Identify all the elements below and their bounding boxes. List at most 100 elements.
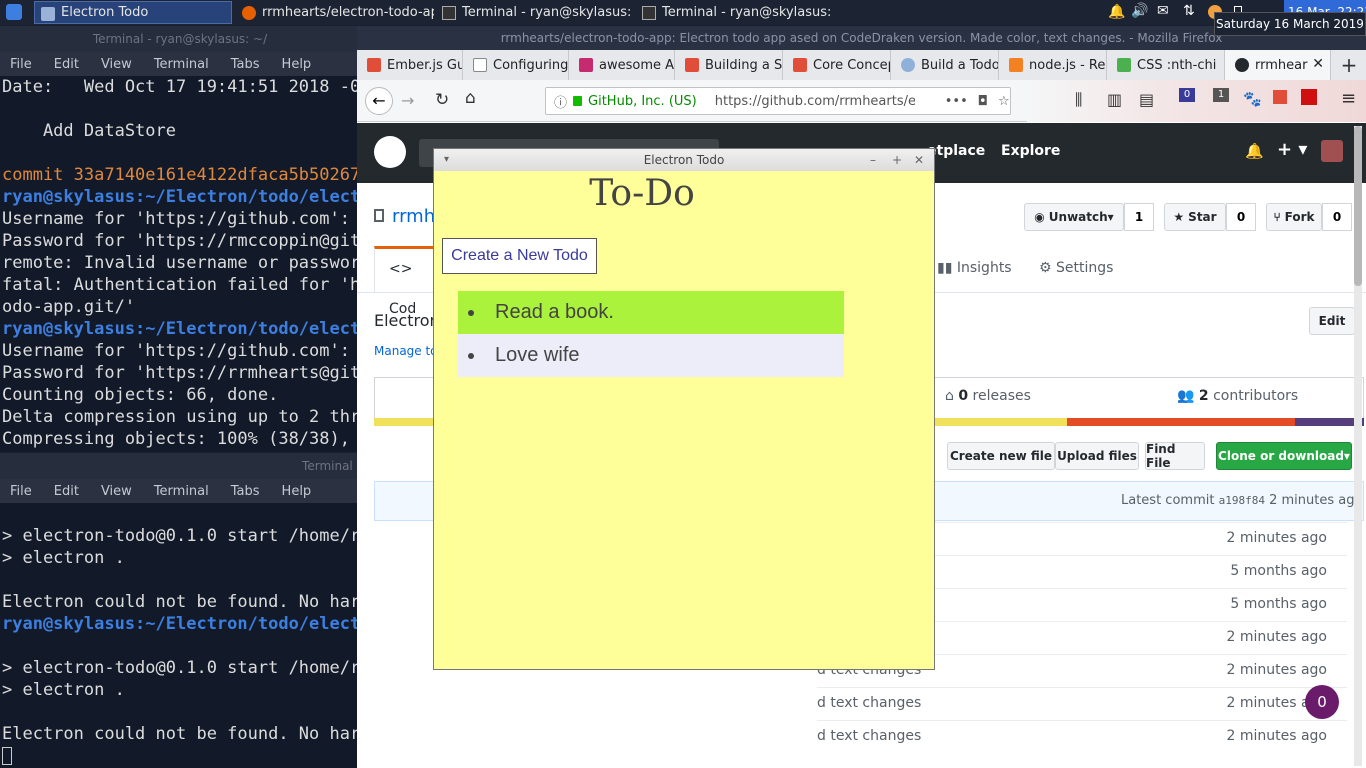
info-icon[interactable]: ⓘ <box>554 92 567 111</box>
menu-tabs[interactable]: Tabs <box>231 57 260 72</box>
tab-awesome[interactable]: awesome A <box>569 50 675 80</box>
tab-configuring[interactable]: Configuring <box>463 50 569 80</box>
nav-explore[interactable]: Explore <box>1001 143 1060 159</box>
taskbar-item-terminal-1[interactable]: Terminal - ryan@skylasus: ~/... <box>436 1 634 24</box>
firefox-icon <box>242 6 256 20</box>
home-button[interactable]: ⌂ <box>465 88 476 108</box>
nav-marketplace[interactable]: etplace <box>927 143 985 159</box>
close-tab-icon[interactable]: ✕ <box>1312 56 1324 72</box>
scrollbar-thumb[interactable] <box>1354 126 1362 286</box>
create-todo-button[interactable]: Create a New Todo <box>442 238 597 274</box>
page-icon <box>473 58 487 72</box>
find-file-button[interactable]: Find File <box>1145 442 1205 470</box>
sidebar-icon[interactable]: ▥ <box>1107 90 1122 109</box>
releases-link[interactable]: ⌂ 0 releases <box>945 388 1031 404</box>
tab-insights[interactable]: ▮▮ Insights <box>937 260 1012 276</box>
tab-label: Settings <box>1056 260 1114 276</box>
url-bar[interactable]: ⓘ GitHub, Inc. (US) https://github.com/r… <box>545 87 1011 115</box>
tab-ember[interactable]: Ember.js Gu <box>357 50 463 80</box>
pocket-icon[interactable]: ◘ <box>978 94 988 109</box>
fork-count[interactable]: 0 <box>1322 203 1352 231</box>
extension-badge[interactable]: 1 <box>1213 88 1229 102</box>
menu-terminal[interactable]: Terminal <box>154 57 209 72</box>
extension-icon[interactable] <box>1273 90 1287 104</box>
forward-button[interactable]: → <box>401 91 414 110</box>
star-count[interactable]: 0 <box>1226 203 1256 231</box>
new-tab-button[interactable]: + <box>1337 53 1361 77</box>
reader-icon[interactable]: ▤ <box>1139 90 1154 109</box>
app-menu-icon[interactable] <box>6 4 22 20</box>
terminal-output[interactable]: Date: Wed Oct 17 19:41:51 2018 -05 Add D… <box>0 76 360 450</box>
tab-nodejs[interactable]: node.js - Re <box>999 50 1107 80</box>
code-icon: <> <box>389 261 413 277</box>
tab-core-concepts[interactable]: Core Concep <box>783 50 891 80</box>
star-button[interactable]: ★ Star <box>1164 203 1226 231</box>
commit-message[interactable]: d text changes <box>817 728 921 744</box>
clone-download-button[interactable]: Clone or download ▾ <box>1216 442 1352 470</box>
menu-view[interactable]: View <box>101 484 132 499</box>
mail-icon[interactable]: ✉ <box>1157 3 1169 19</box>
library-icon[interactable]: ⫼ <box>1075 90 1082 110</box>
menu-help[interactable]: Help <box>282 57 312 72</box>
stackoverflow-icon <box>1009 58 1023 72</box>
bookmark-star-icon[interactable]: ☆ <box>998 94 1010 109</box>
notification-count-bubble[interactable]: 0 <box>1305 685 1339 719</box>
site-icon <box>901 58 915 72</box>
commit-message[interactable]: d text changes <box>817 695 921 711</box>
close-icon[interactable]: ✕ <box>914 149 924 171</box>
commit-hash-link[interactable]: a198f84 <box>1219 494 1265 507</box>
menu-terminal[interactable]: Terminal <box>154 484 209 499</box>
taskbar-item-firefox[interactable]: rrmhearts/electron-todo-app... <box>236 1 434 24</box>
menu-file[interactable]: File <box>10 57 32 72</box>
menu-hamburger-icon[interactable]: ≡ <box>1341 88 1356 109</box>
avatar[interactable] <box>1321 140 1343 162</box>
todo-text: Read a book. <box>495 301 614 323</box>
create-new-icon[interactable]: + ▾ <box>1277 139 1307 160</box>
menu-tabs[interactable]: Tabs <box>231 484 260 499</box>
tab-building[interactable]: Building a S <box>675 50 783 80</box>
extension-icon[interactable]: 🐾 <box>1243 90 1262 108</box>
extension-badge[interactable]: 0 <box>1179 88 1195 102</box>
lock-icon <box>573 96 583 106</box>
back-button[interactable]: ← <box>365 87 393 115</box>
tab-github-active[interactable]: rrmhear ✕ <box>1225 50 1331 80</box>
watch-count[interactable]: 1 <box>1124 203 1154 231</box>
maximize-icon[interactable]: + <box>892 149 902 171</box>
menu-edit[interactable]: Edit <box>54 484 79 499</box>
notifications-bell-icon[interactable]: 🔔 <box>1245 142 1264 160</box>
volume-icon[interactable]: 🔊 <box>1131 3 1148 19</box>
contributors-link[interactable]: 👥 2 contributors <box>1177 388 1298 404</box>
github-logo-icon[interactable] <box>374 136 406 168</box>
menu-view[interactable]: View <box>101 57 132 72</box>
edit-button[interactable]: Edit <box>1309 307 1355 335</box>
create-new-file-button[interactable]: Create new file <box>947 442 1055 470</box>
terminal-line: Username for 'https://github.com': r <box>2 341 360 361</box>
file-row[interactable]: d text changes 2 minutes ago <box>817 720 1347 753</box>
window-titlebar[interactable]: ▾ Electron Todo – + ✕ <box>434 149 934 171</box>
window-menu-icon[interactable]: ▾ <box>444 149 449 171</box>
todo-item[interactable]: Read a book. <box>458 291 844 334</box>
menu-file[interactable]: File <box>10 484 32 499</box>
repo-icon <box>374 209 384 222</box>
manage-topics-link[interactable]: Manage to <box>374 344 438 358</box>
notification-bell-icon[interactable]: 🔔 <box>1108 4 1125 20</box>
file-row[interactable]: d text changes 2 minutes ago <box>817 687 1347 720</box>
page-scrollbar[interactable] <box>1354 126 1362 766</box>
reload-button[interactable]: ↻ <box>435 90 449 110</box>
terminal-prompt-line: ryan@skylasus:~/Electron/todo/electr <box>2 319 360 339</box>
menu-edit[interactable]: Edit <box>54 57 79 72</box>
taskbar-item-terminal-2[interactable]: Terminal - ryan@skylasus: ~/... <box>636 1 834 24</box>
todo-item[interactable]: Love wife <box>458 334 844 377</box>
tab-css[interactable]: CSS :nth-chi <box>1107 50 1225 80</box>
network-icon[interactable]: ⇅ <box>1183 3 1195 19</box>
menu-help[interactable]: Help <box>282 484 312 499</box>
taskbar-item-electron-todo[interactable]: Electron Todo <box>34 1 232 24</box>
unwatch-button[interactable]: ◉ Unwatch ▾ <box>1024 203 1124 231</box>
page-actions-icon[interactable]: ••• <box>945 94 968 109</box>
upload-files-button[interactable]: Upload files <box>1055 442 1139 470</box>
tab-build-todo[interactable]: Build a Todo <box>891 50 999 80</box>
tab-settings[interactable]: ⚙ Settings <box>1039 260 1113 276</box>
minimize-icon[interactable]: – <box>870 149 876 171</box>
fork-button[interactable]: ⑂ Fork <box>1266 203 1322 231</box>
extension-icon[interactable] <box>1301 89 1317 105</box>
